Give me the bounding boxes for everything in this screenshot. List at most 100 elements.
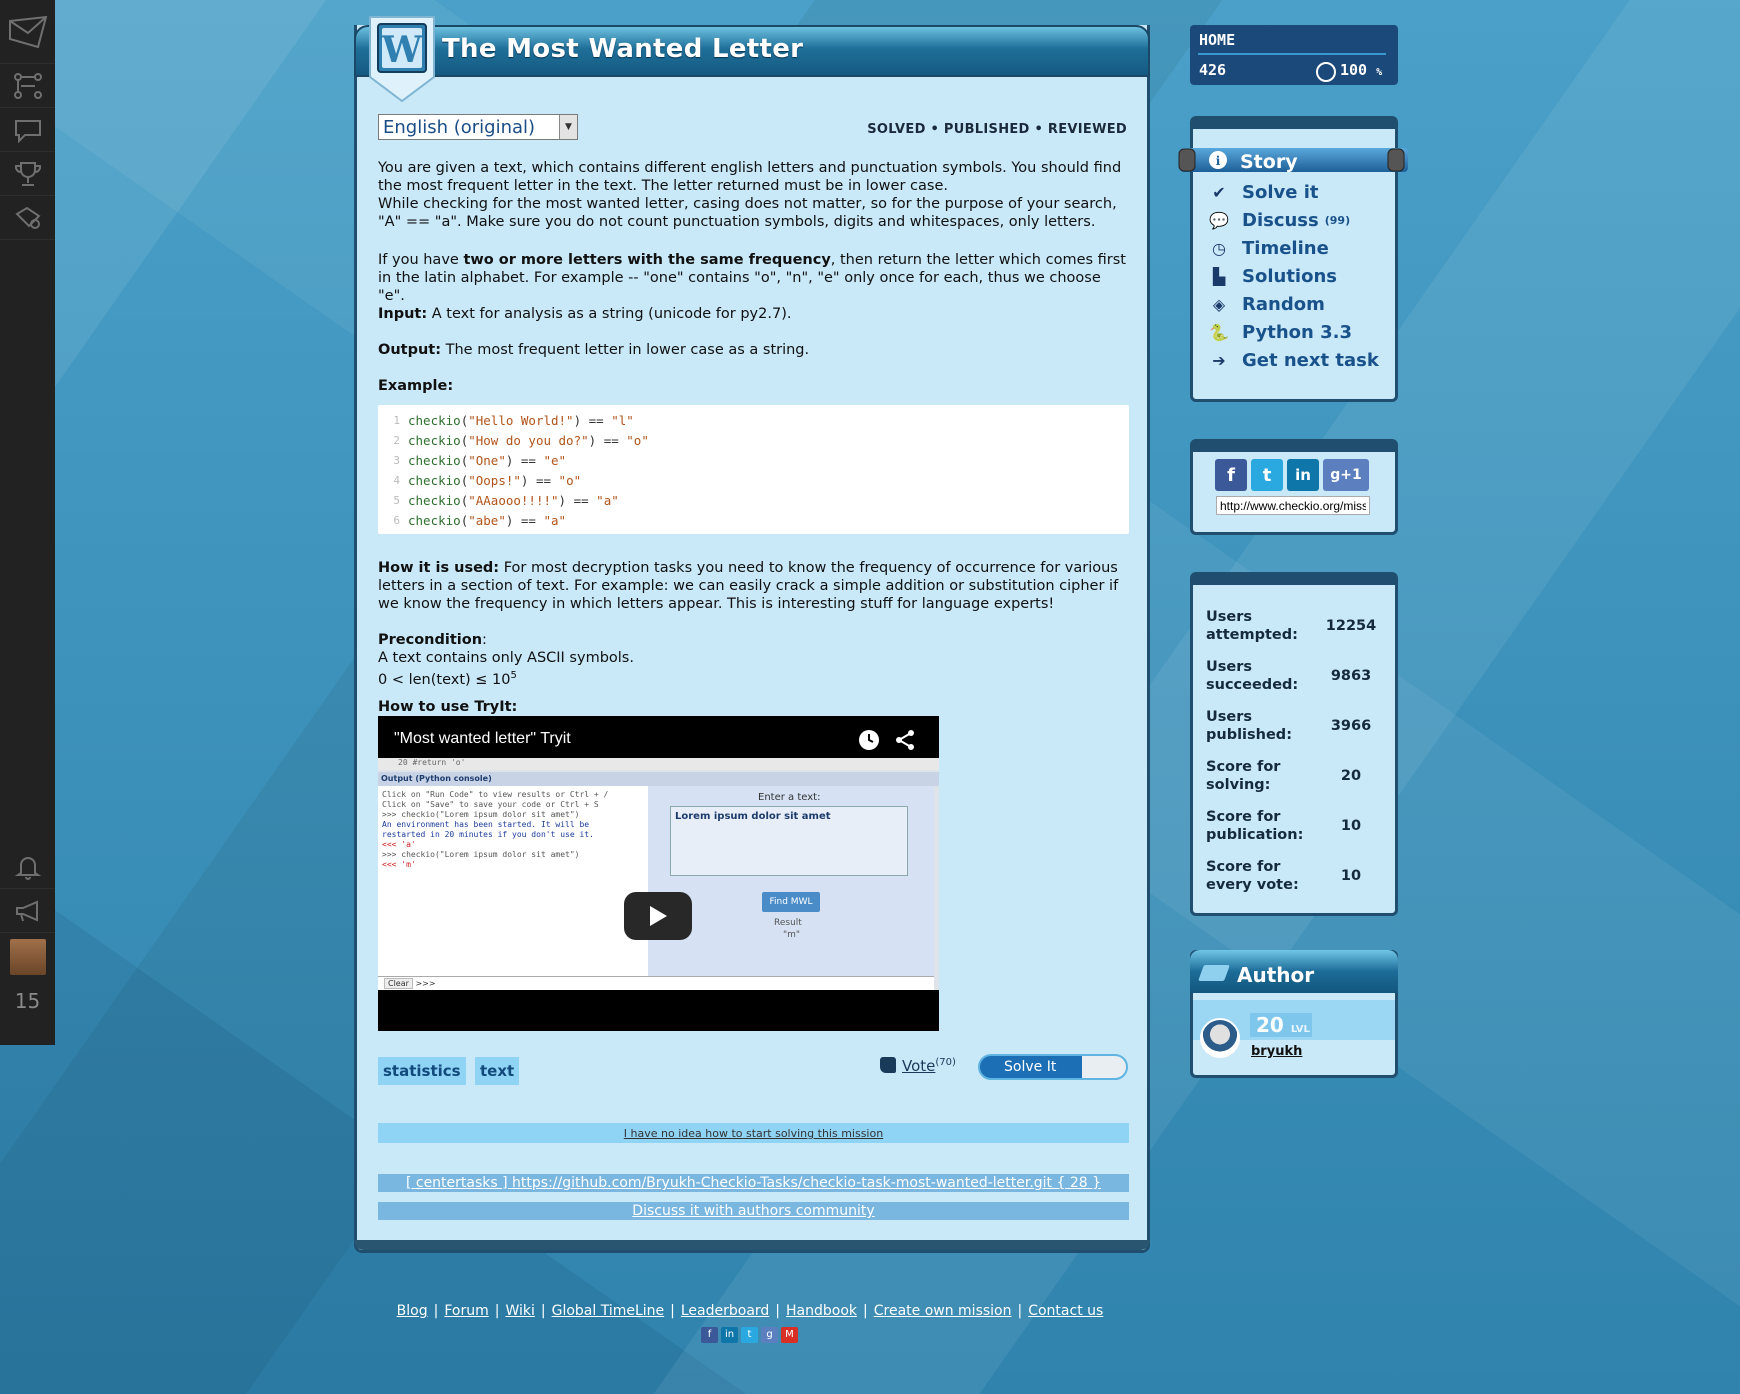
intro-line-1: You are given a text, which contains dif… [378, 160, 1122, 194]
language-select[interactable]: English (original) ▼ [378, 114, 578, 140]
menu-timeline[interactable]: ◷ Timeline [1208, 234, 1379, 262]
story-header-label: Story [1240, 151, 1298, 173]
footer-link[interactable]: Create own mission [874, 1303, 1012, 1319]
podium-icon: ▙ [1212, 266, 1226, 286]
footer-link[interactable]: Blog [397, 1303, 428, 1319]
footer-link[interactable]: Leaderboard [681, 1303, 769, 1319]
author-header-label: Author [1237, 963, 1315, 987]
code-line: 2 checkio("How do you do?") == "o" [393, 433, 649, 448]
tryit-video[interactable]: "Most wanted letter" Tryit 20 #return 'o… [378, 716, 939, 1031]
video-console-input: Clear >>> [378, 976, 934, 990]
menu-discuss[interactable]: 💬 Discuss (99) [1208, 206, 1379, 234]
video-console-line: restarted in 20 minutes if you don't use… [382, 830, 594, 839]
footer-social-icons: f in t g M [701, 1327, 798, 1343]
trophy-icon[interactable] [0, 152, 55, 196]
github-link[interactable]: [ centertasks ] https://github.com/Bryuk… [406, 1175, 1101, 1191]
video-console-line: >>> checkio("Lorem ipsum dolor sit amet"… [382, 810, 580, 819]
mission-title: The Most Wanted Letter [442, 34, 804, 64]
thumbs-up-icon[interactable] [880, 1057, 896, 1073]
precondition-label: Precondition [378, 632, 483, 648]
solve-it-button[interactable]: Solve It [978, 1054, 1128, 1080]
menu-solve-it[interactable]: ✔ Solve it [1208, 178, 1379, 206]
googleplus-icon[interactable]: g [761, 1327, 778, 1343]
discuss-link[interactable]: Discuss it with authors community [632, 1203, 874, 1219]
video-textarea: Lorem ipsum dolor sit amet [670, 806, 908, 876]
tag-statistics[interactable]: statistics [378, 1057, 466, 1085]
gmail-icon[interactable]: M [781, 1327, 798, 1343]
footer-link[interactable]: Handbook [786, 1303, 857, 1319]
footer-link[interactable]: Global TimeLine [552, 1303, 665, 1319]
play-button[interactable] [624, 892, 692, 940]
stats-row: Users published: 3966 [1206, 708, 1386, 744]
menu-python[interactable]: 🐍 Python 3.3 [1208, 318, 1379, 346]
twitter-share-icon[interactable]: t [1251, 459, 1283, 491]
video-console: Click on "Run Code" to view results or C… [378, 786, 648, 976]
author-name-link[interactable]: bryukh [1251, 1044, 1302, 1059]
code-line: 4 checkio("Oops!") == "o" [393, 473, 582, 488]
home-divider [1198, 53, 1386, 55]
footer-link[interactable]: Wiki [505, 1303, 534, 1319]
watch-later-icon[interactable] [858, 729, 880, 751]
googleplus-share-icon[interactable]: g+1 [1323, 459, 1369, 491]
hint-link[interactable]: I have no idea how to start solving this… [624, 1127, 883, 1140]
video-enter-label: Enter a text: [758, 792, 821, 803]
menu-random[interactable]: ◈ Random [1208, 290, 1379, 318]
author-avatar[interactable] [1200, 1018, 1240, 1058]
stats-label: Score for solving: [1206, 759, 1281, 793]
stats-value: 3966 [1330, 718, 1372, 734]
video-console-line: Click on "Save" to save your code or Ctr… [382, 800, 599, 809]
speedometer-icon [1316, 62, 1336, 82]
linkedin-icon[interactable]: in [721, 1327, 738, 1343]
stats-row: Score for every vote: 10 [1206, 858, 1386, 894]
video-console-header: Output (Python console) [378, 772, 939, 786]
home-percent: 100 % [1340, 61, 1383, 79]
video-form: Enter a text: Lorem ipsum dolor sit amet… [648, 786, 934, 976]
twitter-icon[interactable]: t [741, 1327, 758, 1343]
menu-next-task[interactable]: ➔ Get next task [1208, 346, 1379, 374]
stats-value: 9863 [1330, 668, 1372, 684]
award-icon[interactable] [0, 196, 55, 240]
share-icon[interactable] [894, 729, 916, 751]
svg-text:i: i [1216, 154, 1221, 168]
svg-text:W: W [381, 29, 423, 71]
video-code-line: 20 #return 'o' [378, 758, 939, 770]
output-paragraph: Output: The most frequent letter in lowe… [378, 341, 1128, 359]
mission-panel-footer [354, 1240, 1150, 1250]
stats-row: Score for publication: 10 [1206, 808, 1386, 844]
home-score: 426 [1199, 61, 1227, 79]
sitemap-icon[interactable] [0, 64, 55, 108]
footer-links: Blog | Forum | Wiki | Global TimeLine | Leaderbo… [396, 1303, 1104, 1319]
check-icon: ✔ [1212, 182, 1226, 202]
speech-bubble-icon: 💬 [1209, 210, 1229, 230]
user-avatar[interactable] [9, 939, 46, 975]
story-menu: ✔ Solve it 💬 Discuss (99) ◷ Timeline ▙ Soluti… [1208, 178, 1379, 374]
output-label: Output: [378, 342, 442, 358]
footer-link[interactable]: Contact us [1028, 1303, 1103, 1319]
vote-link[interactable]: Vote [902, 1057, 935, 1075]
language-select-value: English (original) [383, 117, 536, 138]
video-find-button: Find MWL [762, 892, 820, 912]
home-box[interactable]: HOME 426 100 % [1190, 25, 1398, 85]
chevron-down-icon[interactable]: ▼ [559, 115, 577, 139]
menu-solutions[interactable]: ▙ Solutions [1208, 262, 1379, 290]
facebook-share-icon[interactable]: f [1215, 459, 1247, 491]
megaphone-icon[interactable] [0, 889, 55, 933]
linkedin-share-icon[interactable]: in [1287, 459, 1319, 491]
precondition-line-1: A text contains only ASCII symbols. [378, 650, 634, 666]
facebook-icon[interactable]: f [701, 1327, 718, 1343]
stats-row: Score for solving: 20 [1206, 758, 1386, 794]
author-level: 20 LVL [1250, 1013, 1312, 1037]
bell-icon[interactable] [0, 845, 55, 889]
stats-row: Users attempted: 12254 [1206, 608, 1386, 644]
footer-link[interactable]: Forum [444, 1303, 488, 1319]
example-heading: Example: [378, 377, 1128, 395]
chat-icon[interactable] [0, 108, 55, 152]
precondition-line-2: 0 < len(text) ≤ 105 [378, 670, 517, 688]
video-console-line: <<< 'a' [382, 840, 416, 849]
clock-icon: ◷ [1212, 238, 1226, 258]
intro-line-2: While checking for the most wanted lette… [378, 196, 1117, 230]
tag-text[interactable]: text [475, 1057, 520, 1085]
stats-value: 12254 [1325, 618, 1377, 634]
share-url-input[interactable] [1216, 496, 1370, 515]
mail-icon[interactable] [0, 0, 55, 64]
